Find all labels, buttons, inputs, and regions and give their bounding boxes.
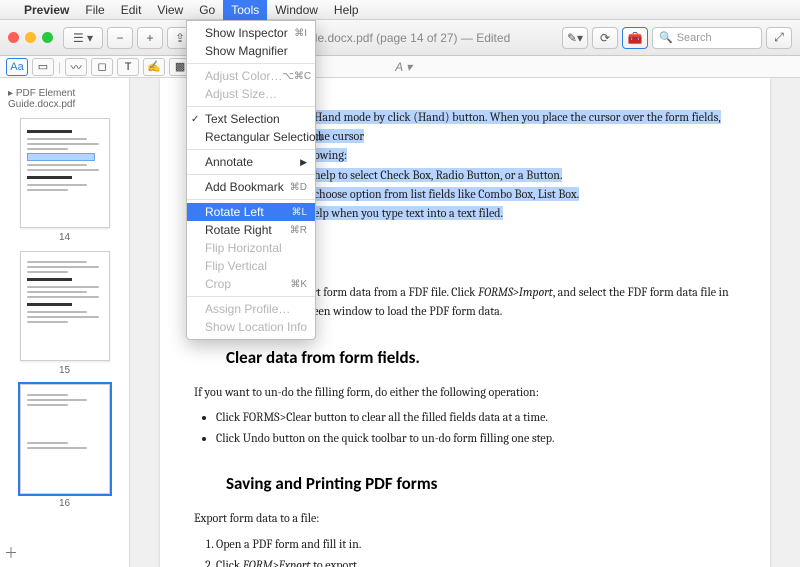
menubar-file[interactable]: File (77, 0, 112, 20)
menubar-help[interactable]: Help (326, 0, 367, 20)
thumbnails-sidebar[interactable]: ▸ PDF Element Guide.docx.pdf 14 15 (0, 78, 130, 567)
zoom-out-button[interactable]: − (107, 27, 133, 49)
sketch-tool[interactable]: 〰 (65, 58, 87, 76)
zoom-out-icon: − (116, 31, 123, 45)
tools-menu: Show Inspector⌘IShow Magnifier Adjust Col… (186, 20, 316, 340)
thumbnail-16[interactable] (20, 384, 110, 494)
menu-item-rotate-left[interactable]: Rotate Left⌘L (187, 203, 315, 221)
view-mode-button[interactable]: ☰ ▾ (63, 27, 103, 49)
menu-item-show-magnifier[interactable]: Show Magnifier (187, 42, 315, 60)
menubar-view[interactable]: View (149, 0, 191, 20)
thumb-label-15: 15 (6, 365, 123, 376)
text-tool[interactable]: T (117, 58, 139, 76)
heading-save: Saving and Printing PDF forms (226, 470, 736, 497)
thumb-label-14: 14 (6, 232, 123, 243)
close-window[interactable] (8, 32, 19, 43)
menu-item-show-inspector[interactable]: Show Inspector⌘I (187, 24, 315, 42)
markup-toolbar-button[interactable]: 🧰 (622, 27, 648, 49)
search-field[interactable]: 🔍 Search (652, 27, 762, 49)
menu-item-flip-vertical: Flip Vertical (187, 257, 315, 275)
markup-toolbar: Aa ▭ | 〰 ◻ T ✍ ▩ A ▾ (0, 56, 800, 78)
menu-item-crop: Crop⌘K (187, 275, 315, 293)
menu-item-rectangular-selection[interactable]: Rectangular Selection (187, 128, 315, 146)
thumbnail-14[interactable] (20, 118, 110, 228)
thumb-label-16: 16 (6, 498, 123, 509)
search-icon: 🔍 (659, 31, 673, 44)
rotate-button[interactable]: ⟳ (592, 27, 618, 49)
menu-item-assign-profile-: Assign Profile… (187, 300, 315, 318)
thumbnail-15[interactable] (20, 251, 110, 361)
menubar-tools[interactable]: Tools (223, 0, 267, 20)
menu-item-add-bookmark[interactable]: Add Bookmark⌘D (187, 178, 315, 196)
rect-select-mode[interactable]: ▭ (32, 58, 54, 76)
menubar: Preview File Edit View Go Tools Window H… (0, 0, 800, 20)
pencil-icon: ✎ (567, 31, 577, 45)
sign-tool[interactable]: ✍ (143, 58, 165, 76)
menu-item-flip-horizontal: Flip Horizontal (187, 239, 315, 257)
shapes-tool[interactable]: ◻ (91, 58, 113, 76)
zoom-in-button[interactable]: + (137, 27, 163, 49)
minimize-window[interactable] (25, 32, 36, 43)
menu-item-rotate-right[interactable]: Rotate Right⌘R (187, 221, 315, 239)
fullscreen-button[interactable]: ⤢ (766, 27, 792, 49)
highlight-button[interactable]: ✎▾ (562, 27, 588, 49)
toolbar: ☰ ▾ − + ⇪ Element Guide.docx.pdf (page 1… (0, 20, 800, 56)
menubar-window[interactable]: Window (267, 0, 326, 20)
selected-text: Hand mode by click (Hand) button. When y… (314, 110, 721, 143)
menubar-go[interactable]: Go (191, 0, 223, 20)
menubar-app[interactable]: Preview (16, 0, 77, 20)
search-placeholder: Search (677, 32, 712, 44)
main-area: ▸ PDF Element Guide.docx.pdf 14 15 (0, 78, 800, 567)
text-select-mode[interactable]: Aa (6, 58, 28, 76)
zoom-window[interactable] (42, 32, 53, 43)
menu-item-text-selection[interactable]: ✓Text Selection (187, 110, 315, 128)
menu-item-annotate[interactable]: Annotate▶ (187, 153, 315, 171)
menu-item-adjust-size-: Adjust Size… (187, 85, 315, 103)
zoom-in-icon: + (146, 31, 153, 45)
add-page-button[interactable]: ＋ (4, 543, 18, 563)
rotate-icon: ⟳ (600, 31, 610, 45)
menubar-edit[interactable]: Edit (113, 0, 150, 20)
fullscreen-icon: ⤢ (774, 30, 784, 45)
share-icon: ⇪ (175, 31, 185, 45)
sidebar-doc-title: ▸ PDF Element Guide.docx.pdf (8, 88, 121, 110)
toolbox-icon: 🧰 (628, 31, 643, 45)
heading-clear: Clear data from form fields. (226, 344, 736, 371)
menu-item-adjust-color-: Adjust Color…⌥⌘C (187, 67, 315, 85)
window-controls (8, 32, 53, 43)
menu-item-show-location-info: Show Location Info (187, 318, 315, 336)
